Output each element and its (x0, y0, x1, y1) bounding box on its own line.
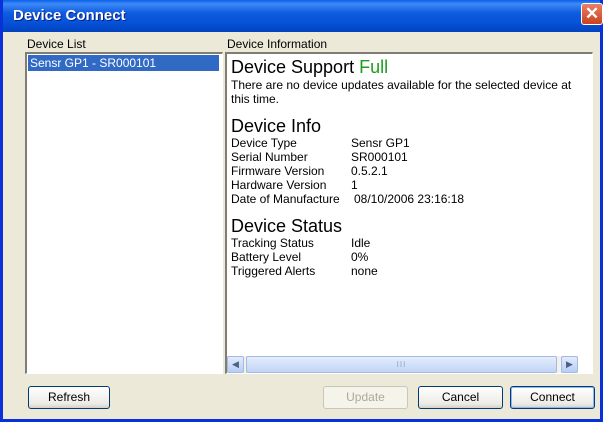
scroll-thumb[interactable]: III (246, 356, 557, 373)
status-key: Tracking Status (231, 236, 314, 250)
arrow-right-icon: ▶ (566, 359, 573, 369)
device-list-item[interactable]: Sensr GP1 - SR000101 (28, 55, 219, 71)
device-status-heading: Device Status (231, 216, 343, 236)
status-value: 0% (351, 250, 369, 264)
info-key: Firmware Version (231, 164, 325, 178)
info-value: SR000101 (351, 150, 408, 164)
scroll-left-button[interactable]: ◀ (227, 356, 244, 373)
info-row-date-of-manufacture: Date of Manufacture 08/10/2006 23:16:18 (231, 192, 581, 206)
device-info-heading: Device Info (231, 116, 322, 136)
info-value: 1 (351, 178, 358, 192)
info-key: Hardware Version (231, 178, 327, 192)
device-information-panel: Device Support Full There are no device … (225, 52, 593, 374)
status-row-tracking-status: Tracking Status Idle (231, 236, 581, 250)
info-key: Serial Number (231, 150, 308, 164)
info-row-firmware-version: Firmware Version 0.5.2.1 (231, 164, 581, 178)
close-button[interactable]: ✕ (581, 3, 603, 25)
horizontal-scrollbar[interactable]: ◀ III ▶ (227, 356, 578, 373)
info-row-device-type: Device Type Sensr GP1 (231, 136, 581, 150)
status-value: Idle (351, 236, 371, 250)
status-key: Triggered Alerts (231, 264, 316, 278)
device-support-message: There are no device updates available fo… (231, 78, 572, 106)
device-information-label: Device Information (227, 37, 328, 51)
title-bar: Device Connect ✕ (3, 0, 603, 32)
status-value: none (351, 264, 378, 278)
info-key: Date of Manufacture (231, 192, 340, 206)
device-list-label: Device List (27, 37, 86, 51)
status-row-triggered-alerts: Triggered Alerts none (231, 264, 581, 278)
arrow-left-icon: ◀ (232, 359, 239, 369)
connect-button[interactable]: Connect (510, 386, 595, 409)
info-value: Sensr GP1 (351, 136, 410, 150)
device-support-title: Device Support (231, 57, 355, 77)
device-support-heading: Device Support Full (231, 56, 581, 78)
grip-icon: III (396, 360, 407, 369)
cancel-button[interactable]: Cancel (418, 386, 503, 409)
status-key: Battery Level (231, 250, 302, 264)
info-row-hardware-version: Hardware Version 1 (231, 178, 581, 192)
info-key: Device Type (231, 136, 297, 150)
info-value: 0.5.2.1 (351, 164, 388, 178)
info-row-serial-number: Serial Number SR000101 (231, 150, 581, 164)
close-icon: ✕ (584, 4, 600, 23)
device-information-content: Device Support Full There are no device … (231, 56, 581, 278)
update-button[interactable]: Update (323, 386, 408, 409)
window-title: Device Connect (13, 7, 126, 24)
device-connect-window: Device Connect ✕ Device List Device Info… (0, 0, 603, 422)
info-value: 08/10/2006 23:16:18 (354, 192, 465, 206)
status-row-battery-level: Battery Level 0% (231, 250, 581, 264)
scroll-right-button[interactable]: ▶ (561, 356, 578, 373)
device-list[interactable]: Sensr GP1 - SR000101 (25, 52, 223, 374)
refresh-button[interactable]: Refresh (28, 386, 110, 409)
device-support-status: Full (359, 57, 389, 77)
